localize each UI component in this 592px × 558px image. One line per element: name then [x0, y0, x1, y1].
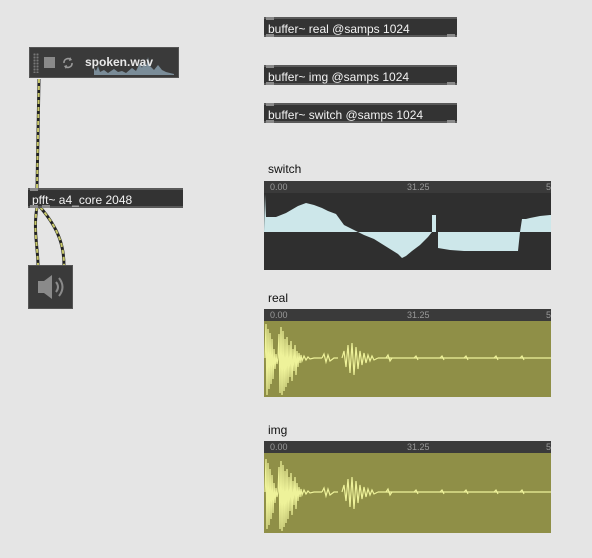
buffer-img-inlet[interactable] — [266, 65, 274, 68]
buffer-img-outlet-right[interactable] — [447, 82, 455, 85]
player-filename: spoken.wav — [85, 55, 154, 69]
buffer-switch-text: buffer~ switch @samps 1024 — [268, 108, 424, 122]
real-waveform — [264, 323, 551, 396]
buffer-img-object[interactable]: buffer~ img @samps 1024 — [264, 65, 457, 85]
real-waveform-view[interactable]: 0.00 31.25 5 — [264, 309, 551, 397]
loop-icon[interactable] — [61, 56, 75, 70]
switch-waveform — [264, 194, 551, 258]
buffer-switch-inlet[interactable] — [266, 103, 274, 106]
buffer-switch-object[interactable]: buffer~ switch @samps 1024 — [264, 103, 457, 123]
ezdac-speaker[interactable] — [28, 265, 73, 309]
switch-label: switch — [268, 162, 302, 176]
pfft-object[interactable]: pfft~ a4_core 2048 — [28, 188, 183, 208]
buffer-img-text: buffer~ img @samps 1024 — [268, 70, 410, 84]
grip-icon[interactable] — [33, 53, 39, 73]
real-label: real — [268, 291, 289, 305]
speaker-icon — [38, 275, 64, 299]
img-waveform — [264, 458, 551, 532]
buffer-switch-outlet[interactable] — [266, 120, 274, 123]
buffer-real-inlet[interactable] — [266, 17, 274, 20]
playlist-player[interactable]: spoken.wav — [29, 47, 179, 78]
buffer-switch-outlet-right[interactable] — [447, 120, 455, 123]
pfft-outlet-left[interactable] — [30, 205, 38, 208]
buffer-img-outlet[interactable] — [266, 82, 274, 85]
img-label: img — [268, 423, 288, 437]
buffer-real-outlet[interactable] — [266, 34, 274, 37]
buffer-real-outlet-right[interactable] — [447, 34, 455, 37]
stop-square-icon[interactable] — [44, 57, 55, 68]
img-waveform-view[interactable]: 0.00 31.25 5 — [264, 441, 551, 533]
switch-waveform-view[interactable]: 0.00 31.25 5 — [264, 181, 551, 270]
pfft-inlet[interactable] — [30, 188, 38, 191]
buffer-real-text: buffer~ real @samps 1024 — [268, 22, 410, 36]
buffer-real-object[interactable]: buffer~ real @samps 1024 — [264, 17, 457, 37]
pfft-outlet-right[interactable] — [42, 205, 50, 208]
